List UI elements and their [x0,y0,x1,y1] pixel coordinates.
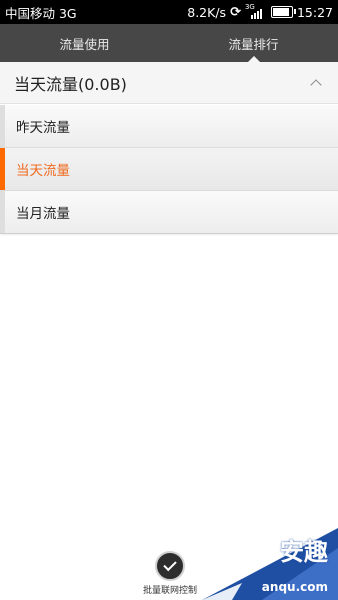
tab-label: 流量排行 [228,36,279,52]
sync-icon: ⟳ [230,4,241,20]
watermark-domain: anqu.com [261,580,328,594]
menu-item-today[interactable]: 当天流量 [0,148,338,191]
batch-network-control-button[interactable]: 批量联网控制 [138,551,202,596]
menu-item-yesterday[interactable]: 昨天流量 [0,105,338,148]
tab-traffic-usage[interactable]: 流量使用 [0,24,169,62]
signal-icon: 3G [245,3,267,19]
chevron-up-icon[interactable] [310,78,322,91]
menu-item-this-month[interactable]: 当月流量 [0,191,338,234]
watermark: 安趣 anqu.com [202,528,338,600]
batch-network-control-label: 批量联网控制 [142,586,197,596]
status-bar: 中国移动 3G 8.2K/s ⟳ 3G 15:27 [0,0,338,24]
network-speed: 8.2K/s [187,4,227,20]
clock: 15:27 [296,4,333,20]
battery-icon [270,6,296,18]
tab-bar: 流量使用 流量排行 [0,24,338,62]
period-menu: 昨天流量 当天流量 当月流量 [0,105,338,234]
period-dropdown-header[interactable]: 当天流量(0.0B) [0,62,338,104]
carrier-label: 中国移动 3G [5,5,77,21]
watermark-main: 安趣 [280,538,328,566]
section-title: 当天流量(0.0B) [14,74,127,94]
tab-label: 流量使用 [59,36,110,52]
tab-traffic-ranking[interactable]: 流量排行 [169,24,338,62]
check-icon [155,551,185,581]
status-right: 8.2K/s ⟳ 3G 15:27 [187,3,333,20]
